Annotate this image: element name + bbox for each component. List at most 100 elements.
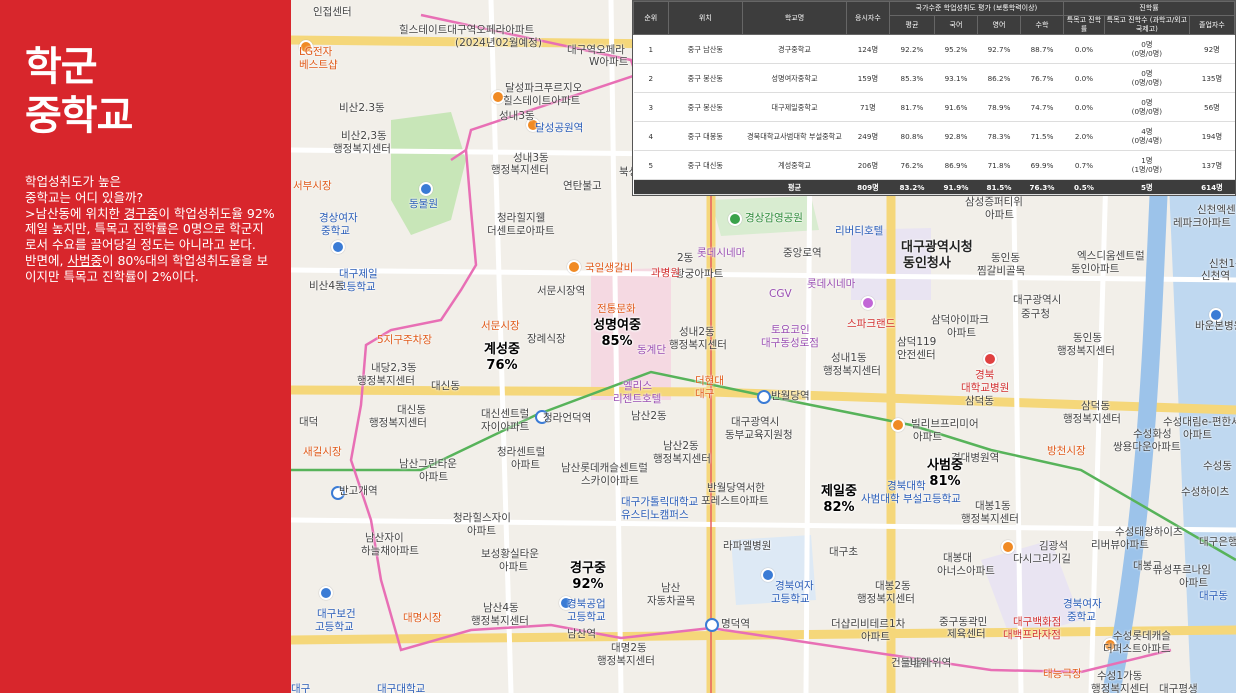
map-label: 대봉1동: [975, 500, 1011, 512]
school-marker[interactable]: [331, 240, 345, 254]
map-label: 청라힐지웰: [497, 212, 546, 224]
map-label: 반월당역서한: [707, 482, 765, 494]
map-label: 경북공업: [567, 598, 606, 610]
desc-question-1: 학업성취도가 높은: [25, 174, 121, 189]
th-rank: 순위: [633, 1, 669, 35]
zoo-marker[interactable]: [419, 182, 433, 196]
map-label: 엑스디움센트럴: [1077, 250, 1145, 262]
th-english: 영어: [977, 15, 1021, 35]
map-label: 아파트: [861, 631, 890, 643]
map-label: 대구동: [1199, 590, 1228, 602]
map-label: 수성동: [1203, 460, 1232, 472]
map-label: 수성하이츠: [1181, 486, 1230, 498]
map-label: 고등학교: [771, 593, 810, 605]
map-label: 중구청: [1021, 308, 1050, 320]
th-special-rate: 특목고 진학률: [1063, 15, 1105, 35]
map-label: 중학교: [321, 225, 350, 237]
hospital-marker[interactable]: [983, 352, 997, 366]
school-label-seongmyeong[interactable]: 성명여중 85%: [593, 318, 641, 350]
map-label: (2024년02월예정): [455, 37, 542, 49]
map-label: 대백프라자점: [1003, 629, 1061, 641]
map-label: 아파트: [985, 209, 1014, 221]
map-label: 행정복지센터: [471, 615, 529, 627]
map-label: 서문시장역: [537, 285, 586, 297]
map-label: 행정복지센터: [653, 453, 711, 465]
map-label: 명덕역: [721, 618, 750, 630]
map-label: 행정복지센터: [857, 593, 915, 605]
map-label: 행정복지센터: [491, 164, 549, 176]
th-progress-group: 진학률: [1063, 1, 1235, 16]
map-label: 힐스테이트대구역오페라아파트: [399, 24, 535, 36]
table-row: 2 중구 봉산동 성명여자중학교 159명 85.3% 93.1% 86.2% 76.7% …: [633, 63, 1235, 93]
map-label: 리버티호텔: [835, 225, 884, 237]
map-label: 아파트: [419, 471, 448, 483]
map-label: 대구동성로점: [761, 337, 819, 349]
map-label: 2동: [677, 252, 694, 264]
map-label: 남산그린타운: [399, 458, 457, 470]
map-label: 바운본병원: [1195, 320, 1236, 332]
map-label: 국일생갈비: [585, 262, 634, 274]
th-special-count: 특목고 진학수 (과학고/외고국제고): [1103, 15, 1190, 35]
school-marker[interactable]: [761, 568, 775, 582]
map-label: 달성공원역: [535, 122, 584, 134]
map-label: 자동차골목: [647, 595, 696, 607]
school-label-sabeom[interactable]: 사범중 81%: [927, 458, 963, 490]
map-label: 청라센트럴: [497, 446, 546, 458]
map-label: 삼덕119: [897, 336, 937, 348]
th-location: 위치: [667, 1, 744, 35]
map-label: 남산2동: [631, 410, 667, 422]
poi-marker[interactable]: [861, 296, 875, 310]
map-label: 제육센터: [947, 628, 986, 640]
map-label: 대구광역시: [731, 416, 780, 428]
panel-title-line1: 학군: [25, 44, 98, 90]
map-label: 행정복지센터: [1091, 683, 1149, 693]
map-label: 고등학교: [567, 611, 606, 623]
map-label: 대명2동: [611, 642, 647, 654]
school-label-gyeseong[interactable]: 계성중 76%: [484, 342, 520, 374]
map-label: W아파트: [589, 56, 629, 68]
map-label: 더퍼스트아파트: [1103, 643, 1171, 655]
station-banwoldang[interactable]: [757, 390, 771, 404]
map-label: 수성태왕하이츠: [1115, 526, 1183, 538]
map-label: 행정복지센터: [823, 365, 881, 377]
map-label: 비산2.3동: [339, 102, 385, 114]
school-marker[interactable]: [319, 586, 333, 600]
map-label: 삼덕동: [965, 395, 994, 407]
map-label: 신천엑센트: [1197, 204, 1236, 216]
map-label: 대구광역시청: [901, 240, 973, 255]
map-label: 대봉교: [1133, 560, 1162, 572]
map-label: 건들바위: [891, 657, 930, 669]
map-label: 삼성증퍼티위: [965, 196, 1023, 208]
th-achievement-group: 국가수준 학업성취도 평가 (보통학력이상): [888, 1, 1065, 16]
table-average-row: 평균 809명 83.2% 91.9% 81.5% 76.3% 0.5% 5명 614명: [633, 179, 1235, 195]
map-label: 달성파크푸르지오: [505, 82, 583, 94]
school-label-gyeonggu[interactable]: 경구중 92%: [570, 561, 606, 593]
map-label: 대구제일: [339, 268, 378, 280]
map-label: 비산4동: [309, 280, 345, 292]
table-row: 3 중구 봉산동 대구제일중학교 71명 81.7% 91.6% 78.9% 74.7% 0…: [633, 92, 1235, 122]
map-label: 고등학교: [315, 621, 354, 633]
poi-marker[interactable]: [567, 260, 581, 274]
highlight-school-gyeonggu: 경구중: [123, 205, 159, 221]
map-label: 남산: [661, 582, 681, 594]
poi-marker[interactable]: [891, 418, 905, 432]
map-label: 대구초: [829, 546, 858, 558]
highlight-school-sabeom: 사범중: [67, 252, 102, 268]
map-label: 리버뷰아파트: [1091, 539, 1149, 551]
station-myeongdeok[interactable]: [705, 618, 719, 632]
map-label: 행정복지센터: [1063, 413, 1121, 425]
map-label: 전통문화: [597, 303, 636, 315]
poi-marker[interactable]: [1001, 540, 1015, 554]
table-row: 4 중구 대봉동 경북대학교사범대학 부설중학교 249명 80.8% 92.8% 78.…: [633, 121, 1235, 151]
map-label: 대신센트럴: [481, 408, 530, 420]
map-label: 중구동곽민: [939, 616, 988, 628]
map-label: 경상여자: [319, 212, 358, 224]
map-label: 더센트로아파트: [487, 225, 555, 237]
map-label: 비산2,3동: [341, 130, 387, 142]
map-label: 아파트: [499, 561, 528, 573]
map-label: 대덕: [299, 416, 319, 428]
map-label: 자이아파트: [481, 421, 530, 433]
map-label: 동인동: [991, 252, 1020, 264]
park-marker[interactable]: [728, 212, 742, 226]
school-label-jeil[interactable]: 제일중 82%: [821, 484, 857, 516]
